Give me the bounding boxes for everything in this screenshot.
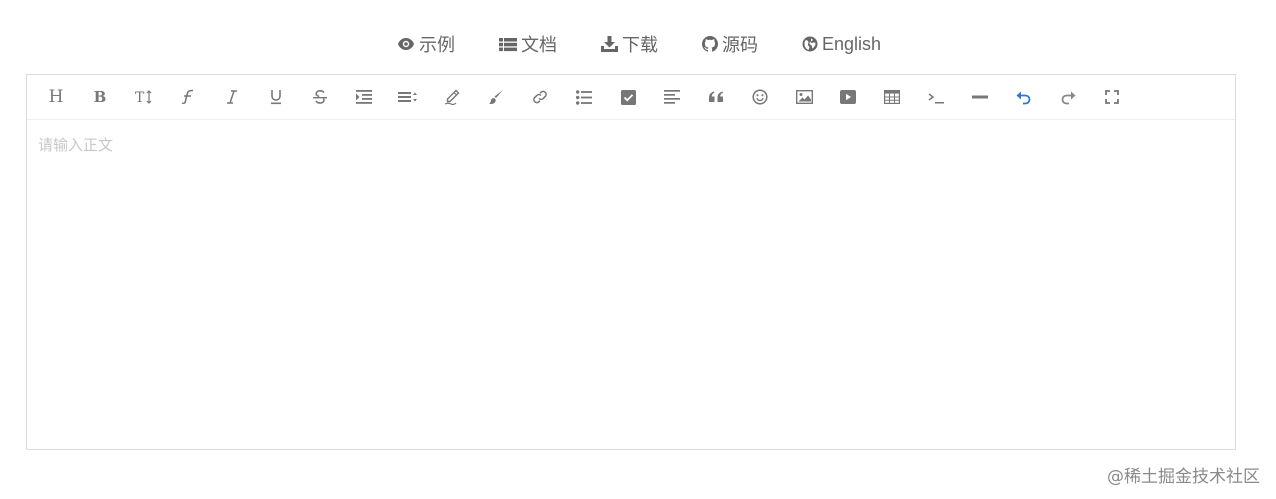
eye-icon [397, 37, 415, 51]
nav-link-source[interactable]: 源码 [701, 31, 758, 57]
bold-icon: B [93, 88, 107, 106]
pencil-icon [444, 89, 460, 105]
heading-button[interactable]: H [44, 85, 68, 109]
underline-button[interactable] [264, 85, 288, 109]
nav-link-examples[interactable]: 示例 [397, 31, 455, 57]
line-height-button[interactable] [396, 85, 420, 109]
nav-label-download: 下载 [621, 35, 658, 55]
nav-label-source: 源码 [721, 35, 758, 55]
bold-button[interactable]: B [88, 85, 112, 109]
underline-icon [269, 89, 283, 105]
undo-button[interactable] [1012, 85, 1036, 109]
indent-button[interactable] [352, 85, 376, 109]
code-button[interactable] [924, 85, 948, 109]
top-nav: 示例 文档 下载 源码 English [0, 30, 1276, 58]
background-color-button[interactable] [484, 85, 508, 109]
font-family-button[interactable] [176, 85, 200, 109]
blockquote-button[interactable] [704, 85, 728, 109]
link-icon [532, 89, 548, 105]
fullscreen-button[interactable] [1100, 85, 1124, 109]
heading-icon: H [48, 87, 64, 107]
font-size-icon: T [135, 89, 153, 105]
nav-label-english: English [821, 33, 882, 54]
download-icon [600, 36, 618, 52]
unordered-list-button[interactable] [572, 85, 596, 109]
undo-icon [1016, 89, 1032, 105]
nav-label-docs: 文档 [520, 35, 557, 55]
nav-link-docs[interactable]: 文档 [498, 31, 557, 57]
editor-toolbar: H B T [27, 75, 1235, 120]
image-icon [795, 90, 813, 104]
globe-icon [802, 36, 818, 52]
font-size-button[interactable]: T [132, 85, 156, 109]
fullscreen-icon [1105, 90, 1119, 104]
redo-button[interactable] [1056, 85, 1080, 109]
align-left-icon [664, 90, 680, 104]
strikethrough-icon [312, 89, 328, 105]
blockquote-icon [708, 91, 724, 103]
strikethrough-button[interactable] [308, 85, 332, 109]
nav-label-examples: 示例 [418, 35, 455, 55]
image-button[interactable] [792, 85, 816, 109]
code-icon [928, 91, 945, 104]
emoji-button[interactable] [748, 85, 772, 109]
italic-icon [225, 89, 239, 105]
todo-checkbox-icon [620, 89, 636, 105]
list-icon [498, 37, 517, 52]
text-color-button[interactable] [440, 85, 464, 109]
nav-link-download[interactable]: 下载 [600, 31, 658, 57]
svg-text:T: T [135, 90, 145, 105]
unordered-list-icon [576, 89, 592, 105]
italic-button[interactable] [220, 85, 244, 109]
line-height-icon [398, 91, 418, 103]
font-family-icon [180, 89, 196, 105]
brush-icon [488, 89, 504, 105]
editor-placeholder: 请输入正文 [38, 136, 114, 154]
watermark: @稀土掘金技术社区 [1107, 467, 1260, 487]
link-button[interactable] [528, 85, 552, 109]
divider-button[interactable] [968, 85, 992, 109]
table-button[interactable] [880, 85, 904, 109]
video-button[interactable] [836, 85, 860, 109]
indent-icon [356, 90, 372, 104]
nav-link-english[interactable]: English [802, 34, 881, 55]
emoji-icon [752, 89, 768, 105]
todo-button[interactable] [616, 85, 640, 109]
table-icon [884, 90, 900, 104]
github-icon [701, 36, 718, 52]
rich-text-editor: H B T 请输入正文 [26, 74, 1236, 450]
video-icon [840, 90, 856, 104]
divider-icon [972, 94, 988, 100]
editor-content-area[interactable]: 请输入正文 [27, 120, 1235, 169]
redo-icon [1060, 89, 1076, 105]
align-button[interactable] [660, 85, 684, 109]
